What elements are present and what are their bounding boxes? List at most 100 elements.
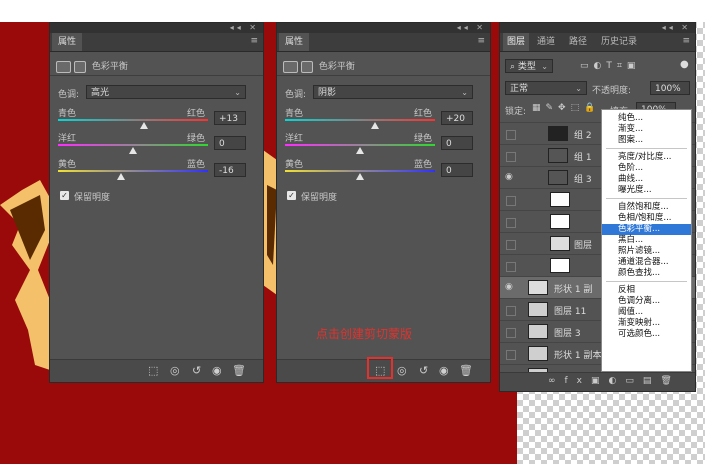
visibility-toggle[interactable] [506,350,516,360]
adjustment-title: 色彩平衡 [91,62,128,72]
panel-menu-icon[interactable]: ≡ [477,36,485,46]
yellow-blue-thumb[interactable] [117,173,125,180]
menu-item[interactable]: 自然饱和度... [602,202,691,213]
tone-value: 高光 [91,88,110,98]
menu-item[interactable]: 色相/饱和度... [602,213,691,224]
layer-filter-value: 类型 [517,62,536,72]
panel-footer: ⬚ ◎ ↺ ◉ 🗑 [50,359,263,382]
tone-select[interactable]: 阴影 ⌄ [313,85,473,99]
cyan-red-thumb[interactable] [371,122,379,129]
panel-collapse-bar[interactable]: ◂◂ ✕ [277,23,490,33]
tab-layers[interactable]: 图层 [503,33,530,51]
yellow-blue-value[interactable]: -16 [214,163,246,177]
reset-icon[interactable]: ↺ [192,364,201,377]
magenta-green-value[interactable]: 0 [441,136,473,150]
trash-icon[interactable]: 🗑 [459,364,473,377]
visibility-toggle[interactable] [506,130,516,140]
visibility-toggle[interactable] [506,306,516,316]
tone-value: 阴影 [318,88,337,98]
clip-to-layer-icon[interactable]: ⬚ [148,364,158,377]
magenta-green-value[interactable]: 0 [214,136,246,150]
menu-item[interactable]: 曲线... [602,174,691,185]
magenta-green-slider[interactable] [58,144,208,146]
filter-type-icons[interactable]: ▭◐T⌗▣ [580,61,640,71]
menu-item[interactable]: 反相 [602,285,691,296]
visibility-eye-icon[interactable]: ◉ [439,364,449,377]
collapse-close-icon[interactable]: ◂◂ ✕ [230,23,259,32]
menu-item[interactable]: 颜色查找... [602,268,691,279]
panel-collapse-bar[interactable]: ◂◂ ✕ [50,23,263,33]
tab-history[interactable]: 历史记录 [597,33,641,51]
chevron-down-icon: ⌄ [234,88,241,97]
visibility-toggle[interactable] [506,152,516,162]
cyan-red-thumb[interactable] [139,122,148,129]
panel-collapse-bar[interactable]: ◂◂ ✕ [500,23,695,33]
yellow-blue-slider[interactable] [285,170,435,172]
visibility-toggle[interactable] [506,240,516,250]
collapse-close-icon[interactable]: ◂◂ ✕ [662,23,691,32]
menu-item[interactable]: 渐变映射... [602,318,691,329]
cyan-red-value[interactable]: +20 [441,111,473,125]
panel-menu-icon[interactable]: ≡ [682,36,690,46]
menu-item[interactable]: 纯色... [602,113,691,124]
magenta-green-slider[interactable] [285,144,435,146]
visibility-toggle[interactable] [506,262,516,272]
preserve-luminosity-checkbox[interactable]: ✓ [287,191,296,200]
layer-name: 组 2 [574,131,592,141]
menu-item[interactable]: 照片滤镜... [602,246,691,257]
cyan-red-value[interactable]: +13 [214,111,246,125]
visibility-eye-icon[interactable]: ◉ [505,172,513,182]
collapse-close-icon[interactable]: ◂◂ ✕ [457,23,486,32]
layer-thumbnail [548,148,568,163]
menu-item[interactable]: 通道混合器... [602,257,691,268]
trash-icon[interactable]: 🗑 [232,364,246,377]
menu-item[interactable]: 亮度/对比度... [602,152,691,163]
yellow-blue-slider[interactable] [58,170,208,172]
tab-channels[interactable]: 通道 [533,33,559,51]
tab-properties[interactable]: 属性 [52,33,83,51]
cyan-red-slider[interactable] [58,119,208,121]
reset-icon[interactable]: ↺ [419,364,428,377]
menu-item[interactable]: 图案... [602,135,691,146]
blend-mode-select[interactable]: 正常 ⌄ [505,81,587,95]
magenta-green-thumb[interactable] [356,147,364,154]
layer-thumbnail [548,126,568,141]
properties-panel-highlights: ◂◂ ✕ 属性 ≡ 色彩平衡 色调: 高光 ⌄ 青色 红色 +13 洋红 绿色 0… [49,22,264,383]
tab-properties[interactable]: 属性 [279,33,310,51]
visibility-eye-icon[interactable]: ◉ [505,282,513,292]
layer-filter-select[interactable]: ⌕ 类型 ⌄ [505,59,553,73]
visibility-toggle[interactable] [506,218,516,228]
visibility-toggle[interactable] [506,328,516,338]
cyan-red-slider[interactable] [285,119,435,121]
lock-icons[interactable]: ▦✎✥⬚🔒 [532,103,600,113]
slider-left-label: 黄色 [58,160,77,170]
visibility-toggle[interactable] [506,196,516,206]
menu-item[interactable]: 色彩平衡... [602,224,691,235]
tab-paths[interactable]: 路径 [565,33,591,51]
menu-item[interactable]: 色调分离... [602,296,691,307]
slider-left-label: 洋红 [285,134,304,144]
view-previous-icon[interactable]: ◎ [397,364,407,377]
menu-item[interactable]: 曝光度... [602,185,691,196]
menu-item[interactable]: 渐变... [602,124,691,135]
layers-footer-icons[interactable]: ∞fx▣◐▭▤🗑 [548,376,681,386]
menu-item[interactable]: 可选颜色... [602,329,691,340]
opacity-field[interactable]: 100% [650,81,690,95]
view-previous-icon[interactable]: ◎ [170,364,180,377]
layer-thumbnail [528,302,548,317]
menu-item[interactable]: 阈值... [602,307,691,318]
slider-left-label: 黄色 [285,160,304,170]
filter-toggle-icon[interactable]: ● [680,59,689,70]
magenta-green-thumb[interactable] [129,147,137,154]
yellow-blue-thumb[interactable] [356,173,364,180]
tone-select[interactable]: 高光 ⌄ [86,85,246,99]
menu-item[interactable]: 色阶... [602,163,691,174]
visibility-eye-icon[interactable]: ◉ [212,364,222,377]
slider-left-label: 青色 [285,109,304,119]
slider-left-label: 洋红 [58,134,77,144]
panel-menu-icon[interactable]: ≡ [250,36,258,46]
preserve-luminosity-checkbox[interactable]: ✓ [60,191,69,200]
layer-thumbnail [550,258,570,273]
menu-item[interactable]: 黑白... [602,235,691,246]
yellow-blue-value[interactable]: 0 [441,163,473,177]
